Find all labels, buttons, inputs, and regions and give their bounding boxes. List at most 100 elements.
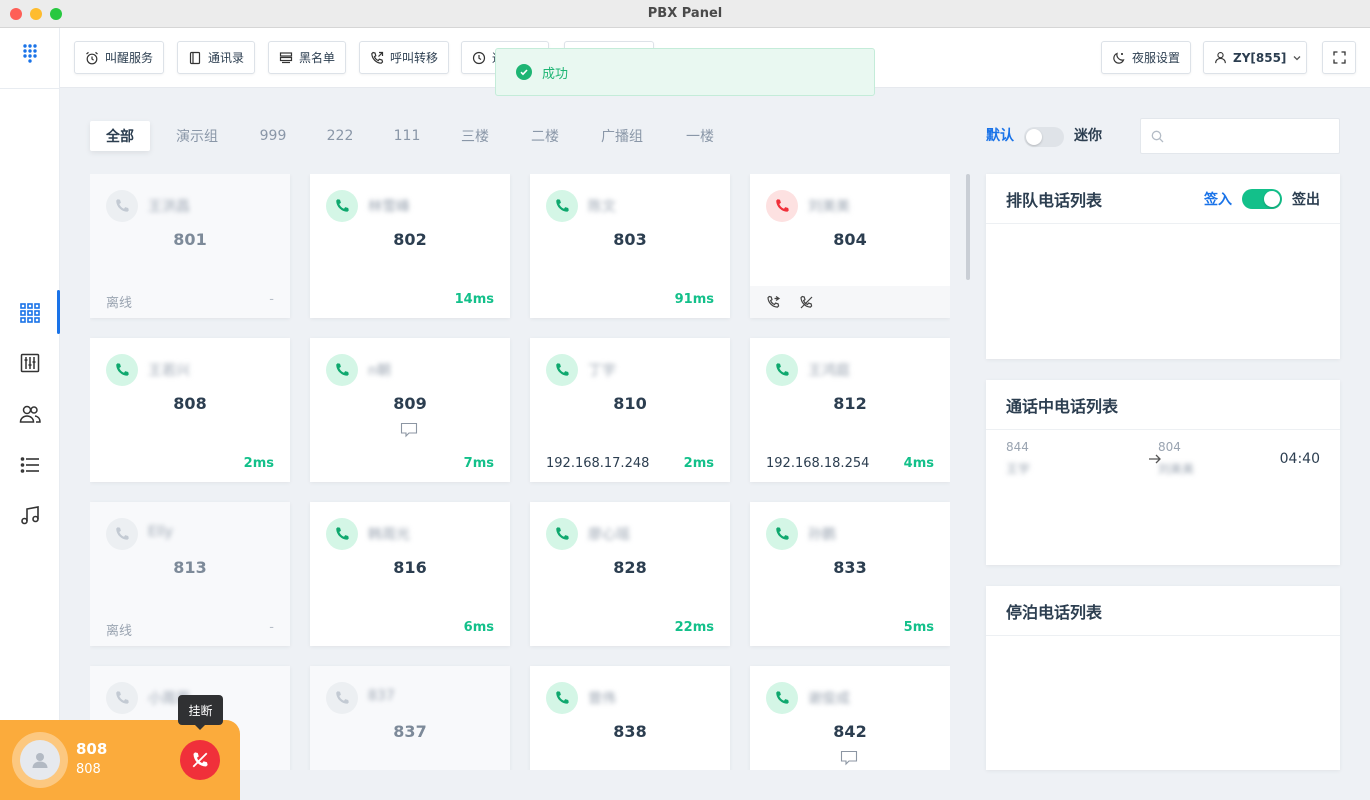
grid-scrollbar[interactable] (966, 174, 970, 280)
extension-card-813[interactable]: Elly 813 离线 - (90, 502, 290, 646)
latency-value: 2ms (683, 456, 714, 471)
clock-icon (472, 51, 486, 64)
queue-panel-header: 排队电话列表 签入 签出 (986, 174, 1340, 224)
tab-222[interactable]: 222 (315, 121, 365, 151)
phone-status-icon (106, 682, 138, 714)
blacklist-label: 黑名单 (299, 51, 336, 65)
toast-message: 成功 (542, 66, 569, 82)
night-service-button[interactable]: 夜服设置 (1101, 41, 1192, 74)
extension-name: 王若兴 (148, 363, 190, 379)
call-action-bar (750, 286, 950, 318)
app-logo-icon[interactable] (18, 42, 42, 66)
latency-value: 2ms (243, 456, 274, 471)
call-transfer-button[interactable]: 呼叫转移 (359, 41, 450, 74)
extension-card-833[interactable]: 孙鹏 833 5ms (750, 502, 950, 646)
tab-111[interactable]: 111 (382, 121, 432, 151)
nav-mixer-icon[interactable] (17, 350, 43, 376)
tab-all[interactable]: 全部 (90, 121, 150, 151)
extension-card-808[interactable]: 王若兴 808 2ms (90, 338, 290, 482)
sign-in-toggle[interactable] (1242, 189, 1282, 209)
latency-value: 5ms (903, 620, 934, 635)
caller-name: 王宇 (1006, 462, 1031, 476)
search-input[interactable] (1172, 128, 1332, 144)
phone-status-icon (766, 682, 798, 714)
transfer-call-icon[interactable] (766, 295, 781, 310)
extension-number: 828 (613, 558, 647, 577)
blacklist-icon (279, 51, 293, 63)
extension-number: 801 (173, 230, 207, 249)
tab-first-floor[interactable]: 一楼 (675, 121, 725, 151)
nav-list-icon[interactable] (17, 452, 43, 478)
extension-card-837[interactable]: 837 837 (310, 666, 510, 770)
extension-card-804[interactable]: 刘美美 804 (750, 174, 950, 318)
extension-number: 833 (833, 558, 867, 577)
nav-extensions-grid-icon[interactable] (17, 300, 43, 326)
wakeup-service-button[interactable]: 叫醒服务 (74, 41, 165, 74)
success-toast: 成功 (495, 48, 875, 96)
user-icon (1215, 52, 1226, 64)
latency-value: 4ms (903, 456, 934, 471)
extension-card-842[interactable]: 谢俊成 842 (750, 666, 950, 770)
extension-number: 802 (393, 230, 427, 249)
nav-music-icon[interactable] (17, 502, 43, 528)
sign-out-label: 签出 (1292, 191, 1320, 208)
extension-card-810[interactable]: 丁宇 810 192.168.17.248 2ms (530, 338, 730, 482)
nav-active-indicator (57, 290, 60, 334)
contacts-button[interactable]: 通讯录 (177, 41, 256, 74)
latency-value: - (269, 292, 274, 307)
extension-card-801[interactable]: 王洪昌 801 离线 - (90, 174, 290, 318)
extension-name: n朝 (368, 363, 391, 379)
view-mode-toggle[interactable] (1024, 127, 1064, 147)
latency-value: 14ms (454, 292, 494, 307)
extension-card-803[interactable]: 陈文 803 91ms (530, 174, 730, 318)
extension-card-802[interactable]: 林雪峰 802 14ms (310, 174, 510, 318)
hangup-call-icon[interactable] (799, 295, 814, 310)
extension-card-812[interactable]: 王鸿庭 812 192.168.18.254 4ms (750, 338, 950, 482)
rail-divider (0, 88, 60, 89)
latency-value: 22ms (674, 620, 714, 635)
extension-name: 曾伟 (588, 691, 616, 707)
blacklist-button[interactable]: 黑名单 (268, 41, 347, 74)
zoom-window-button[interactable] (50, 8, 62, 20)
parked-calls-panel: 停泊电话列表 (986, 586, 1340, 770)
hangup-phone-icon (192, 752, 208, 768)
wakeup-service-label: 叫醒服务 (105, 51, 154, 65)
alarm-clock-icon (86, 51, 98, 64)
tab-second-floor[interactable]: 二楼 (520, 121, 570, 151)
close-window-button[interactable] (10, 8, 22, 20)
callee-number: 804 (1158, 440, 1181, 454)
extension-card-816[interactable]: 韩周光 816 6ms (310, 502, 510, 646)
tab-999[interactable]: 999 (248, 121, 298, 151)
hangup-button[interactable] (180, 740, 220, 780)
message-bubble-icon[interactable] (400, 422, 418, 442)
phone-busy-icon (766, 190, 798, 222)
minimize-window-button[interactable] (30, 8, 42, 20)
active-call-row[interactable]: 844 王宇 804 刘美美 04:40 (1006, 440, 1320, 480)
chevron-down-icon (1293, 55, 1301, 60)
extension-name: 韩周光 (368, 527, 410, 543)
extension-name: 廖心瑶 (588, 527, 630, 543)
extension-card-838[interactable]: 曾伟 838 (530, 666, 730, 770)
phone-status-icon (326, 682, 358, 714)
window-title: PBX Panel (647, 6, 723, 21)
extension-card-809[interactable]: n朝 809 7ms (310, 338, 510, 482)
fullscreen-button[interactable] (1322, 41, 1356, 74)
softphone-extension: 808 (76, 762, 101, 777)
nav-users-icon[interactable] (17, 401, 43, 427)
tab-third-floor[interactable]: 三楼 (450, 121, 500, 151)
phone-status-icon (106, 354, 138, 386)
extension-card-828[interactable]: 廖心瑶 828 22ms (530, 502, 730, 646)
queue-panel-title: 排队电话列表 (1006, 190, 1103, 210)
tab-broadcast-group[interactable]: 广播组 (590, 121, 654, 151)
message-bubble-icon[interactable] (840, 750, 858, 770)
latency-value: 91ms (674, 292, 714, 307)
tab-demo-group[interactable]: 演示组 (166, 121, 228, 151)
extension-name: 陈文 (588, 199, 616, 215)
extension-name: 837 (368, 688, 395, 704)
avatar (20, 740, 60, 780)
user-avatar-icon (32, 753, 48, 768)
phone-status-icon (326, 190, 358, 222)
extension-name: 王洪昌 (148, 199, 190, 215)
extension-name: 丁宇 (588, 363, 616, 379)
user-menu-button[interactable]: ZY[855] (1203, 41, 1307, 74)
